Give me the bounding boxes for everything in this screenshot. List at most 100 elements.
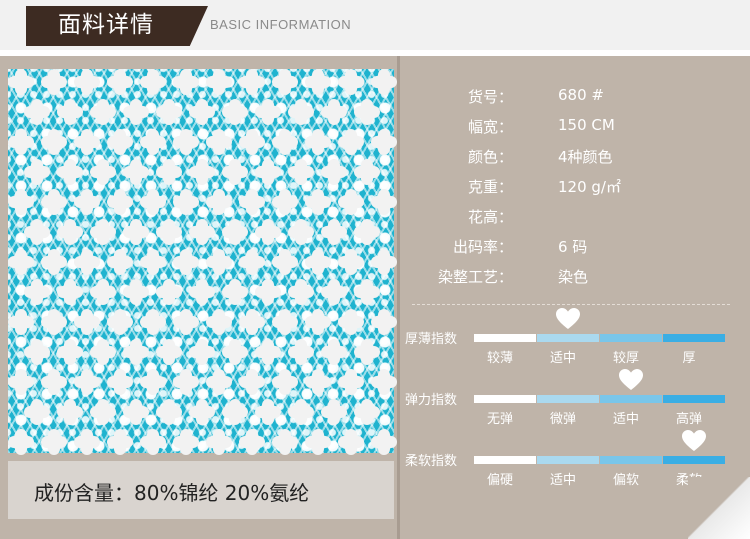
- index-bar-segment: [663, 395, 725, 403]
- spec-label: 克重：: [467, 178, 513, 196]
- lace-flower: [78, 253, 96, 271]
- lace-flower: [259, 343, 277, 361]
- lace-flower: [325, 163, 343, 181]
- index-level-label: 无弹: [486, 412, 513, 427]
- lace-flower: [259, 403, 277, 421]
- lace-flower: [375, 133, 393, 151]
- lace-flower: [94, 343, 112, 361]
- lace-flower: [342, 373, 360, 391]
- index-level-label: 适中: [612, 412, 639, 427]
- lace-flower: [78, 193, 96, 211]
- lace-flower: [226, 283, 244, 301]
- lace-flower: [375, 253, 393, 271]
- lace-flower: [193, 283, 211, 301]
- lace-flower: [144, 253, 162, 271]
- lace-flower: [177, 433, 195, 451]
- lace-flower: [276, 313, 294, 331]
- spec-value: 680 #: [558, 86, 604, 104]
- lace-flower: [61, 403, 79, 421]
- lace-flower: [94, 223, 112, 241]
- spec-label: 颜色：: [467, 148, 513, 166]
- lace-flower: [45, 193, 63, 211]
- lace-flower: [28, 223, 46, 241]
- lace-flower: [342, 433, 360, 451]
- lace-flower: [342, 193, 360, 211]
- lace-flower: [94, 283, 112, 301]
- lace-flower: [45, 373, 63, 391]
- lace-flower: [309, 373, 327, 391]
- lace-flower: [210, 193, 228, 211]
- index-bar-segment: [663, 456, 725, 464]
- index-bar-segment: [474, 395, 536, 403]
- lace-flower: [193, 103, 211, 121]
- heart-icon: [555, 307, 581, 331]
- lace-flower: [309, 253, 327, 271]
- lace-flower: [325, 403, 343, 421]
- lace-flower: [177, 373, 195, 391]
- header-title: 面料详情: [58, 12, 154, 38]
- lace-flower: [127, 223, 145, 241]
- lace-flower: [325, 223, 343, 241]
- index-label: 厚薄指数: [405, 332, 458, 347]
- lace-flower: [325, 343, 343, 361]
- lace-flower: [177, 133, 195, 151]
- lace-flower: [292, 223, 310, 241]
- lace-flower: [61, 223, 79, 241]
- lace-flower: [28, 343, 46, 361]
- lace-flower: [193, 403, 211, 421]
- lace-flower: [144, 193, 162, 211]
- lace-flower: [276, 253, 294, 271]
- lace-flower: [325, 103, 343, 121]
- lace-flower: [193, 343, 211, 361]
- lace-flower: [78, 133, 96, 151]
- lace-flower: [28, 103, 46, 121]
- index-level-label: 较薄: [486, 351, 513, 366]
- lace-flower: [177, 193, 195, 211]
- lace-flower: [127, 283, 145, 301]
- index-label: 弹力指数: [405, 393, 458, 408]
- index-level-label: 较厚: [612, 351, 639, 366]
- lace-flower: [160, 223, 178, 241]
- lace-flower: [61, 283, 79, 301]
- index-bar-segment: [474, 456, 536, 464]
- composition-text: 成份含量：80%锦纶 20%氨纶: [34, 481, 310, 505]
- fabric-photo: [8, 69, 394, 453]
- index-bar-segment: [600, 395, 662, 403]
- lace-flower: [45, 433, 63, 451]
- lace-flower: [177, 253, 195, 271]
- lace-flower: [358, 283, 376, 301]
- index-label: 柔软指数: [405, 454, 458, 469]
- lace-flower: [309, 433, 327, 451]
- lace-flower: [309, 313, 327, 331]
- lace-flower: [226, 343, 244, 361]
- index-bar-segment: [600, 456, 662, 464]
- lace-flower: [358, 163, 376, 181]
- lace-flower: [61, 343, 79, 361]
- lace-flower: [342, 133, 360, 151]
- lace-flower: [127, 403, 145, 421]
- lace-flower: [78, 73, 96, 91]
- spec-label: 花高：: [467, 208, 513, 226]
- lace-flower: [226, 163, 244, 181]
- lace-flower: [292, 103, 310, 121]
- lace-flower: [78, 433, 96, 451]
- lace-flower: [358, 343, 376, 361]
- lace-flower: [12, 253, 30, 271]
- lace-flower: [375, 73, 393, 91]
- spec-label: 出码率：: [452, 238, 513, 256]
- lace-flower: [210, 73, 228, 91]
- lace-flower: [276, 373, 294, 391]
- lace-flower: [259, 103, 277, 121]
- lace-flower: [243, 133, 261, 151]
- spec-value: 150 CM: [558, 116, 615, 134]
- lace-flower: [210, 433, 228, 451]
- spec-value: 染色: [558, 268, 589, 286]
- heart-icon: [618, 368, 644, 392]
- lace-flower: [111, 253, 129, 271]
- lace-flower: [292, 403, 310, 421]
- lace-flower: [144, 73, 162, 91]
- lace-flower: [94, 163, 112, 181]
- lace-flower: [226, 403, 244, 421]
- lace-flower: [243, 253, 261, 271]
- lace-flower: [210, 313, 228, 331]
